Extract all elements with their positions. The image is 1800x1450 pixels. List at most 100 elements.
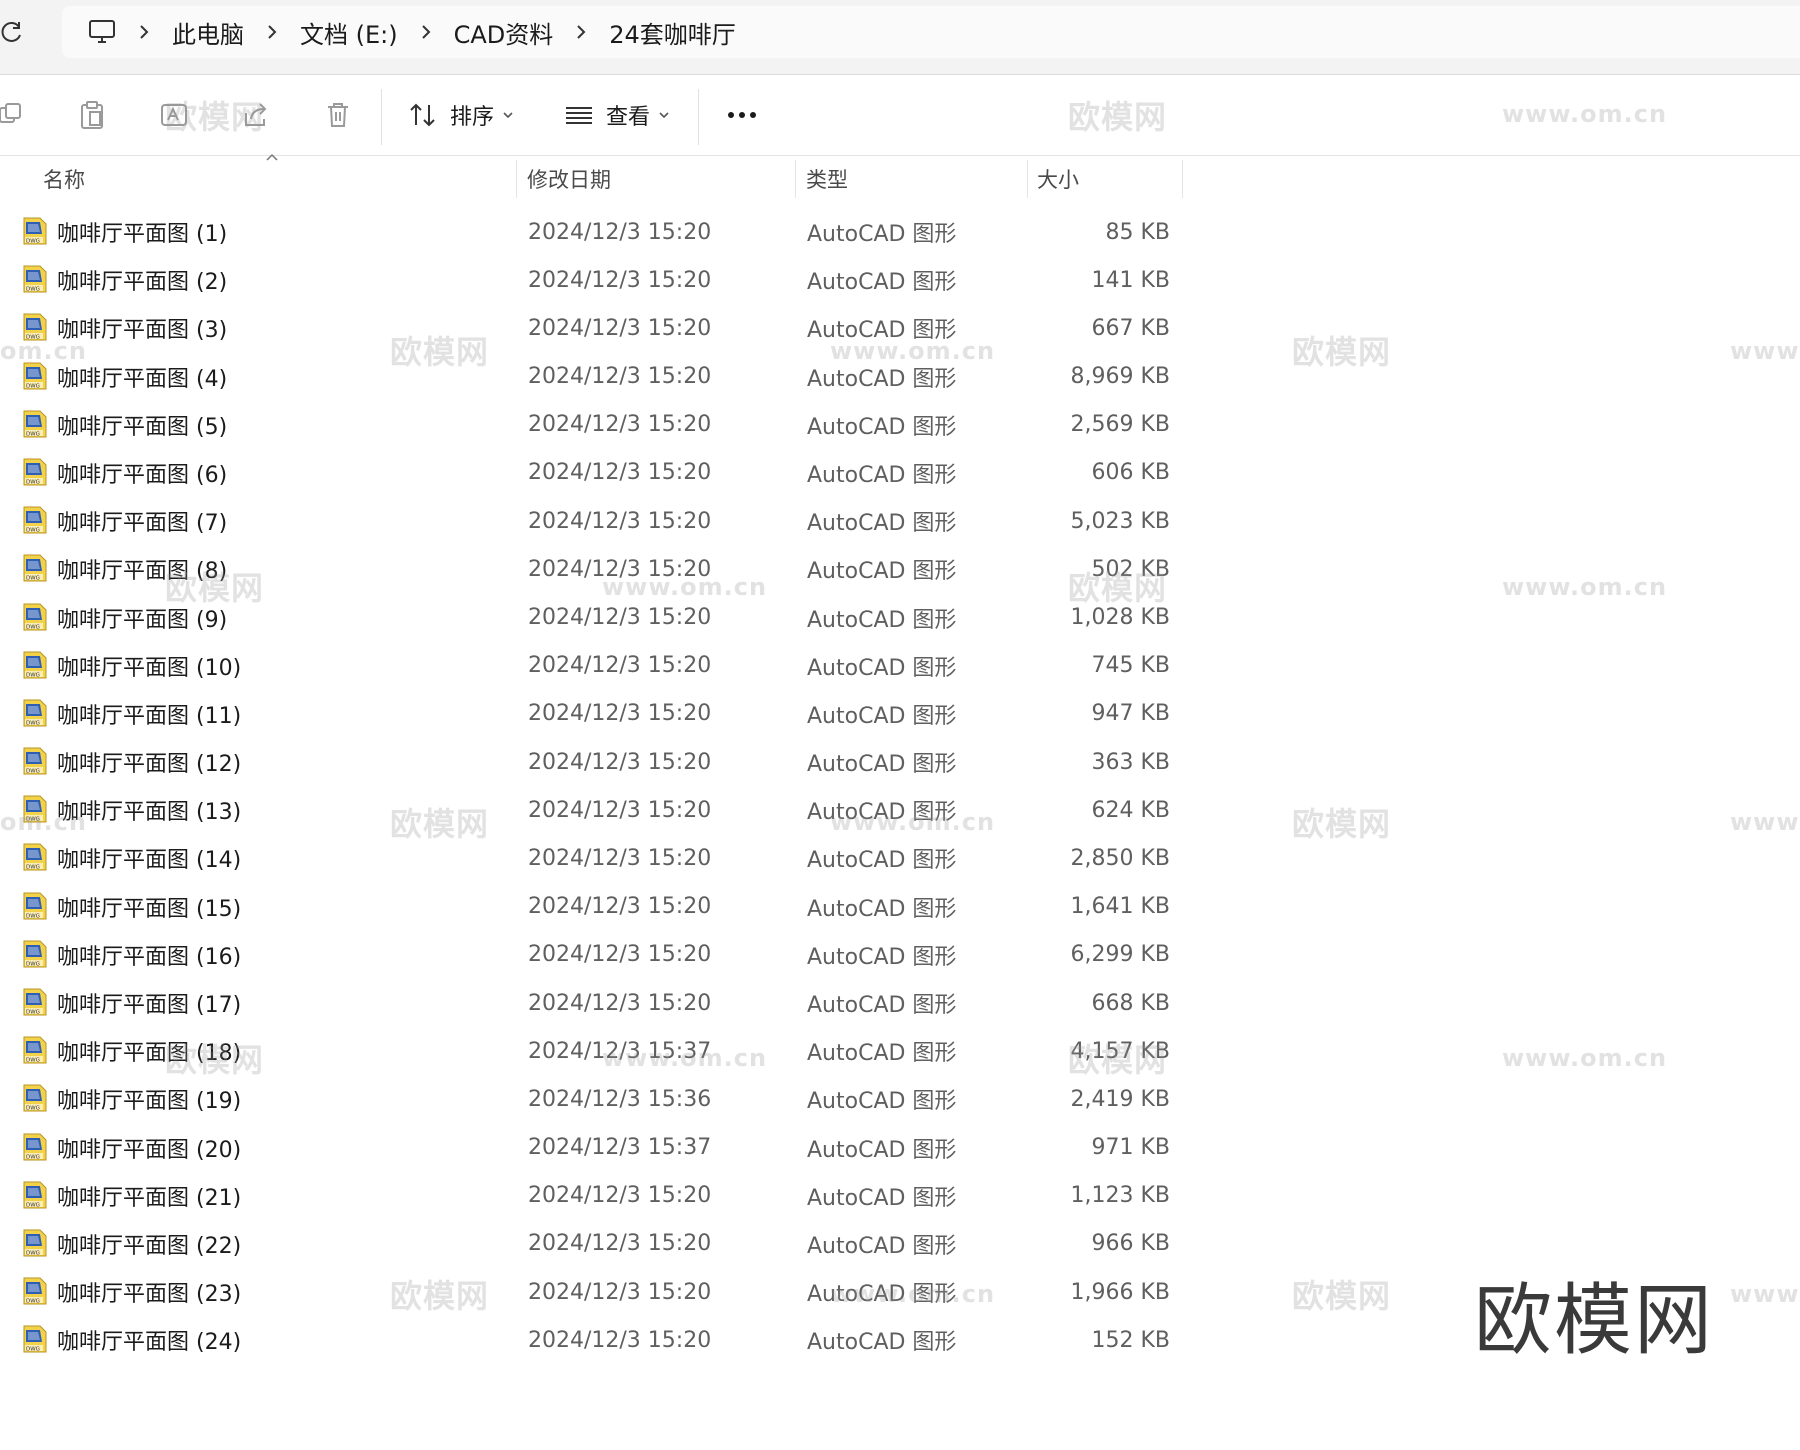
- paste-icon: [81, 101, 103, 129]
- file-type: AutoCAD 图形: [807, 511, 957, 537]
- file-name: 咖啡厅平面图 (19): [57, 1089, 242, 1115]
- svg-text:DWG: DWG: [26, 1010, 40, 1016]
- file-row[interactable]: DWG 咖啡厅平面图 (23) 2024/12/3 15:20 AutoCAD 图形…: [0, 1268, 1185, 1316]
- column-header-type[interactable]: 类型: [806, 158, 1024, 200]
- paste-button[interactable]: [72, 93, 112, 137]
- file-type: AutoCAD 图形: [807, 1330, 957, 1356]
- file-type: AutoCAD 图形: [807, 414, 957, 440]
- copy-icon: [0, 103, 21, 123]
- file-row[interactable]: DWG 咖啡厅平面图 (4) 2024/12/3 15:20 AutoCAD 图形 8…: [0, 353, 1185, 401]
- file-row[interactable]: DWG 咖啡厅平面图 (7) 2024/12/3 15:20 AutoCAD 图形 5…: [0, 497, 1185, 545]
- file-row[interactable]: DWG 咖啡厅平面图 (24) 2024/12/3 15:20 AutoCAD 图形…: [0, 1316, 1185, 1364]
- more-options-button[interactable]: [722, 93, 762, 137]
- file-row[interactable]: DWG 咖啡厅平面图 (10) 2024/12/3 15:20 AutoCAD 图形…: [0, 642, 1185, 690]
- address-bar-strip: 此电脑 文档 (E:) CAD资料 24套咖啡厅: [0, 0, 1800, 75]
- breadcrumb-drive-e[interactable]: 文档 (E:): [292, 11, 406, 54]
- file-modified-date: 2024/12/3 15:20: [528, 315, 712, 341]
- file-type: AutoCAD 图形: [807, 559, 957, 585]
- file-type: AutoCAD 图形: [807, 318, 957, 344]
- rename-button[interactable]: [154, 93, 194, 137]
- refresh-button[interactable]: [0, 14, 30, 50]
- file-size: 363 KB: [1091, 749, 1170, 775]
- file-row[interactable]: DWG 咖啡厅平面图 (16) 2024/12/3 15:20 AutoCAD 图形…: [0, 931, 1185, 979]
- file-row[interactable]: DWG 咖啡厅平面图 (15) 2024/12/3 15:20 AutoCAD 图形…: [0, 883, 1185, 931]
- column-header-date-label: 修改日期: [527, 168, 611, 192]
- column-header-date[interactable]: 修改日期: [527, 158, 789, 200]
- dwg-file-icon: DWG: [22, 1181, 48, 1213]
- file-row[interactable]: DWG 咖啡厅平面图 (22) 2024/12/3 15:20 AutoCAD 图形…: [0, 1220, 1185, 1268]
- file-row[interactable]: DWG 咖啡厅平面图 (11) 2024/12/3 15:20 AutoCAD 图形…: [0, 690, 1185, 738]
- file-type: AutoCAD 图形: [807, 703, 957, 729]
- column-resize-handle[interactable]: [516, 160, 517, 198]
- file-row[interactable]: DWG 咖啡厅平面图 (3) 2024/12/3 15:20 AutoCAD 图形 6…: [0, 304, 1185, 352]
- file-row[interactable]: DWG 咖啡厅平面图 (17) 2024/12/3 15:20 AutoCAD 图形…: [0, 979, 1185, 1027]
- file-modified-date: 2024/12/3 15:20: [528, 653, 712, 679]
- file-name: 咖啡厅平面图 (11): [57, 703, 242, 729]
- file-modified-date: 2024/12/3 15:20: [528, 412, 712, 438]
- dwg-file-icon: DWG: [22, 1036, 48, 1068]
- column-resize-handle[interactable]: [1182, 160, 1183, 198]
- file-row[interactable]: DWG 咖啡厅平面图 (6) 2024/12/3 15:20 AutoCAD 图形 6…: [0, 449, 1185, 497]
- svg-text:DWG: DWG: [26, 913, 40, 919]
- chevron-right-icon[interactable]: [406, 23, 446, 41]
- file-size: 502 KB: [1091, 556, 1170, 582]
- file-size: 6,299 KB: [1070, 942, 1171, 968]
- file-row[interactable]: DWG 咖啡厅平面图 (13) 2024/12/3 15:20 AutoCAD 图形…: [0, 786, 1185, 834]
- copy-button[interactable]: [0, 93, 26, 137]
- file-size: 141 KB: [1091, 267, 1170, 293]
- chevron-right-icon[interactable]: [561, 23, 601, 41]
- file-size: 624 KB: [1091, 797, 1170, 823]
- file-name: 咖啡厅平面图 (13): [57, 800, 242, 826]
- file-row[interactable]: DWG 咖啡厅平面图 (8) 2024/12/3 15:20 AutoCAD 图形 5…: [0, 545, 1185, 593]
- view-button[interactable]: 查看: [564, 93, 670, 137]
- svg-text:DWG: DWG: [26, 335, 40, 341]
- address-box[interactable]: 此电脑 文档 (E:) CAD资料 24套咖啡厅: [62, 6, 1800, 58]
- file-row[interactable]: DWG 咖啡厅平面图 (18) 2024/12/3 15:37 AutoCAD 图形…: [0, 1027, 1185, 1075]
- column-header-name[interactable]: 名称: [43, 158, 513, 200]
- file-type: AutoCAD 图形: [807, 993, 957, 1018]
- file-row[interactable]: DWG 咖啡厅平面图 (5) 2024/12/3 15:20 AutoCAD 图形 2…: [0, 401, 1185, 449]
- column-header-size[interactable]: 大小: [1037, 158, 1177, 200]
- file-row[interactable]: DWG 咖啡厅平面图 (12) 2024/12/3 15:20 AutoCAD 图形…: [0, 738, 1185, 786]
- file-modified-date: 2024/12/3 15:36: [528, 1086, 712, 1112]
- column-resize-handle[interactable]: [1027, 160, 1028, 198]
- file-type: AutoCAD 图形: [807, 1233, 957, 1259]
- svg-text:DWG: DWG: [26, 720, 40, 726]
- dwg-file-icon: DWG: [22, 603, 48, 635]
- file-row[interactable]: DWG 咖啡厅平面图 (20) 2024/12/3 15:37 AutoCAD 图形…: [0, 1124, 1185, 1172]
- file-row[interactable]: DWG 咖啡厅平面图 (2) 2024/12/3 15:20 AutoCAD 图形 1…: [0, 256, 1185, 304]
- svg-text:DWG: DWG: [26, 769, 40, 775]
- dwg-file-icon: DWG: [22, 410, 48, 442]
- file-type: AutoCAD 图形: [807, 607, 957, 633]
- file-type: AutoCAD 图形: [807, 1185, 957, 1211]
- file-row[interactable]: DWG 咖啡厅平面图 (1) 2024/12/3 15:20 AutoCAD 图形 8…: [0, 208, 1185, 256]
- file-size: 1,641 KB: [1070, 894, 1171, 920]
- file-modified-date: 2024/12/3 15:20: [528, 364, 712, 390]
- breadcrumb-current-folder[interactable]: 24套咖啡厅: [601, 11, 744, 54]
- dwg-file-icon: DWG: [22, 313, 48, 345]
- file-type: AutoCAD 图形: [807, 800, 957, 826]
- more-icon: [728, 112, 756, 118]
- chevron-right-icon[interactable]: [252, 23, 292, 41]
- chevron-right-icon[interactable]: [124, 23, 164, 41]
- dwg-file-icon: DWG: [22, 554, 48, 586]
- breadcrumb-cad-folder[interactable]: CAD资料: [446, 11, 562, 54]
- this-pc-button[interactable]: [80, 12, 124, 52]
- file-name: 咖啡厅平面图 (7): [57, 511, 228, 537]
- file-row[interactable]: DWG 咖啡厅平面图 (19) 2024/12/3 15:36 AutoCAD 图形…: [0, 1075, 1185, 1123]
- sort-button[interactable]: 排序: [408, 93, 514, 137]
- file-name: 咖啡厅平面图 (2): [57, 270, 228, 296]
- file-list: DWG 咖啡厅平面图 (1) 2024/12/3 15:20 AutoCAD 图形 8…: [0, 208, 1185, 1365]
- refresh-icon: [1, 22, 21, 42]
- file-modified-date: 2024/12/3 15:20: [528, 508, 712, 534]
- breadcrumb-this-pc[interactable]: 此电脑: [164, 11, 252, 54]
- delete-button[interactable]: [318, 93, 358, 137]
- dwg-file-icon: DWG: [22, 1084, 48, 1116]
- file-row[interactable]: DWG 咖啡厅平面图 (14) 2024/12/3 15:20 AutoCAD 图形…: [0, 834, 1185, 882]
- file-row[interactable]: DWG 咖啡厅平面图 (21) 2024/12/3 15:20 AutoCAD 图形…: [0, 1172, 1185, 1220]
- file-row[interactable]: DWG 咖啡厅平面图 (9) 2024/12/3 15:20 AutoCAD 图形 1…: [0, 594, 1185, 642]
- share-button[interactable]: [236, 93, 276, 137]
- column-resize-handle[interactable]: [795, 160, 796, 198]
- file-name: 咖啡厅平面图 (18): [57, 1041, 242, 1067]
- chevron-down-icon: [503, 112, 513, 119]
